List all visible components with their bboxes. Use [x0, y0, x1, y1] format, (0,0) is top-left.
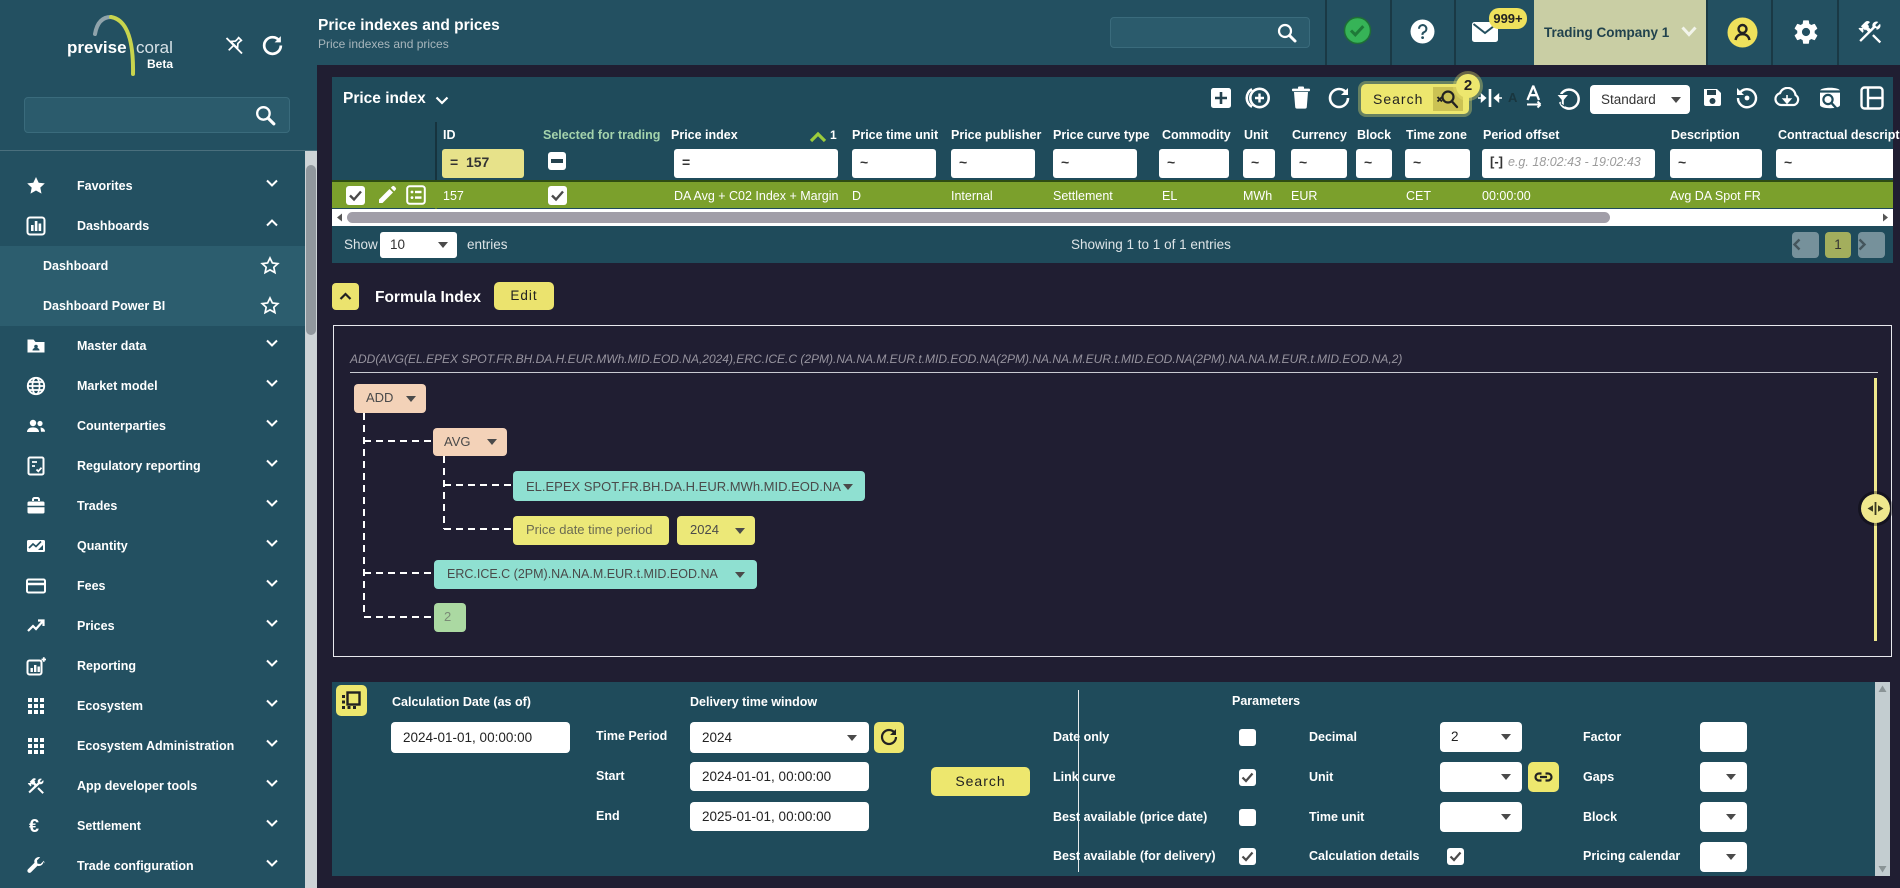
- svg-text:Beta: Beta: [147, 57, 173, 71]
- svg-text:previse: previse: [67, 38, 127, 57]
- svg-text:€: €: [29, 816, 39, 836]
- svg-text:coral: coral: [136, 38, 173, 57]
